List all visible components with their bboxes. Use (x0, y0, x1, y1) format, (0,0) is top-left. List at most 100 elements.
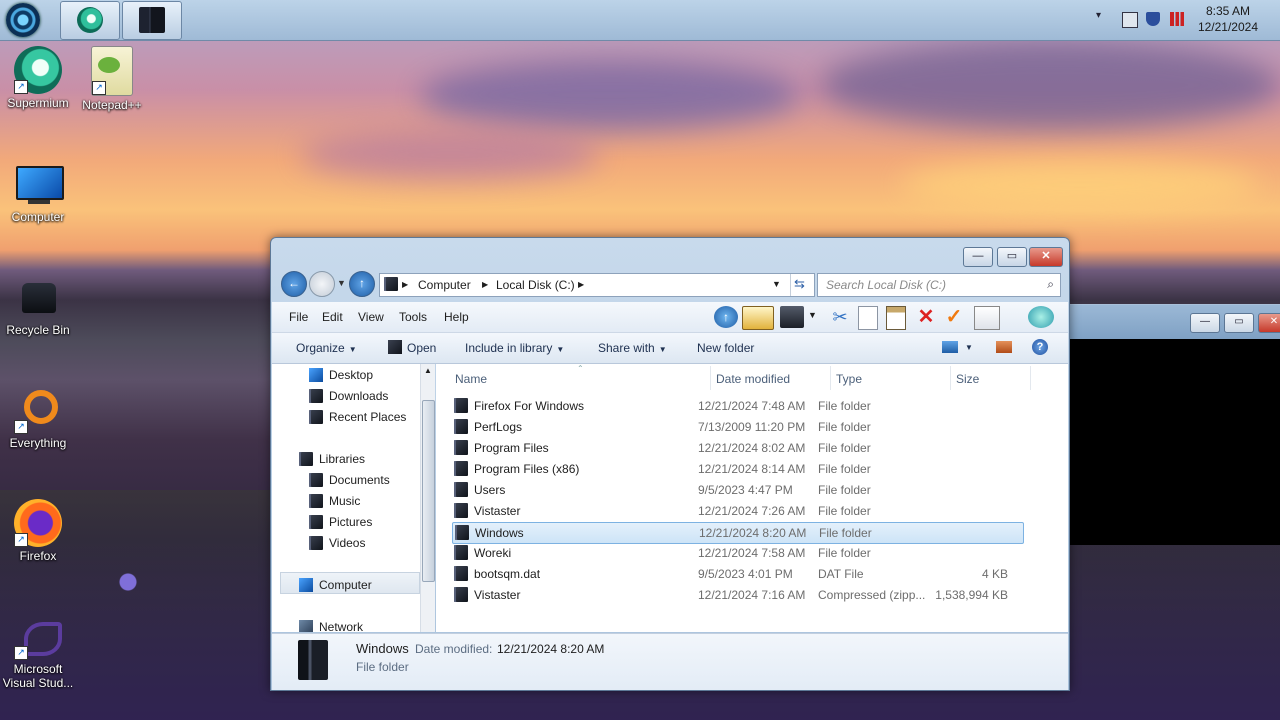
close-button[interactable]: ✕ (1029, 247, 1063, 267)
system-tray: ▾ 8:35 AM 12/21/2024 (1090, 0, 1280, 40)
address-bar[interactable]: ▶ Computer ▶ Local Disk (C:) ▶ ▼ ⇆ (379, 273, 815, 297)
properties-icon[interactable] (974, 306, 1000, 330)
file-row[interactable]: Program Files 12/21/2024 8:02 AM File fold… (452, 438, 1024, 458)
clock[interactable]: 8:35 AM 12/21/2024 (1198, 3, 1258, 35)
include-in-library-button[interactable]: Include in library ▼ (465, 341, 564, 355)
file-name: PerfLogs (474, 420, 523, 434)
navigation-scrollbar[interactable]: ▲ (420, 364, 435, 632)
file-list-pane: ⌃ Name Date modified Type Size Firefox F… (436, 364, 1068, 632)
background-window[interactable]: — ▭ ✕ (1060, 304, 1280, 545)
file-row[interactable]: Vistaster 12/21/2024 7:16 AM Compressed (z… (452, 585, 1024, 605)
forward-button[interactable] (309, 271, 335, 297)
column-header-date-modified[interactable]: Date modified (716, 372, 790, 386)
nav-item-desktop[interactable]: Desktop (309, 368, 373, 382)
menu-tools[interactable]: Tools (399, 310, 427, 324)
scrollbar-thumb[interactable] (422, 400, 435, 582)
column-header-name[interactable]: Name (455, 372, 487, 386)
nav-item-downloads[interactable]: Downloads (309, 389, 388, 403)
file-row[interactable]: Vistaster 12/21/2024 7:26 AM File folder (452, 501, 1024, 521)
file-row[interactable]: PerfLogs 7/13/2009 11:20 PM File folder (452, 417, 1024, 437)
search-box[interactable]: Search Local Disk (C:) ⌕ (817, 273, 1061, 297)
maximize-button[interactable]: ▭ (1224, 313, 1254, 333)
desktop-icon-recycle-bin[interactable]: Recycle Bin (0, 273, 76, 337)
start-button[interactable] (6, 3, 40, 37)
desktop-icon-label: Everything (9, 436, 67, 450)
up-arrow-icon[interactable]: ↑ (714, 306, 738, 328)
nav-item-libraries[interactable]: Libraries (299, 452, 365, 466)
breadcrumb-separator-icon[interactable]: ▶ (402, 280, 408, 289)
recent-pages-chevron-icon[interactable]: ▼ (337, 278, 346, 288)
explorer-window[interactable]: — ▭ ✕ ← ▼ ↑ ▶ Computer ▶ Local Disk (C:)… (270, 237, 1070, 691)
nav-item-videos[interactable]: Videos (309, 536, 365, 550)
cut-scissors-icon[interactable]: ✂ (828, 306, 852, 328)
nav-item-network[interactable]: Network (299, 620, 363, 632)
desktop-icon-firefox[interactable]: ↗ Firefox (0, 499, 76, 563)
desktop-icon-visual-studio[interactable]: ↗ Microsoft Visual Stud... (0, 612, 76, 690)
globe-icon[interactable] (1028, 306, 1054, 328)
nav-item-documents[interactable]: Documents (309, 473, 390, 487)
view-dropdown-icon[interactable]: ▼ (965, 343, 973, 352)
paste-clipboard-icon[interactable] (886, 306, 906, 330)
preview-pane-icon[interactable] (996, 341, 1012, 353)
refresh-icon[interactable]: ⇆ (794, 276, 805, 292)
folder-icon (309, 515, 323, 529)
desktop-icon-supermium[interactable]: ↗ Supermium (0, 46, 76, 110)
show-hidden-icons-chevron-icon[interactable]: ▾ (1096, 10, 1110, 24)
nav-item-recent-places[interactable]: Recent Places (309, 410, 406, 424)
copy-icon[interactable] (858, 306, 878, 330)
organize-button[interactable]: Organize ▼ (296, 341, 357, 355)
breadcrumb-local-disk[interactable]: Local Disk (C:) (496, 278, 575, 292)
network-icon[interactable] (1122, 12, 1138, 28)
column-header-size[interactable]: Size (956, 372, 979, 386)
desktop-icon-everything[interactable]: ↗ Everything (0, 386, 76, 450)
include-label: Include in library (465, 341, 553, 355)
share-with-button[interactable]: Share with ▼ (598, 341, 667, 355)
file-row[interactable]: bootsqm.dat 9/5/2023 4:01 PM DAT File 4 KB (452, 564, 1024, 584)
menu-edit[interactable]: Edit (322, 310, 343, 324)
breadcrumb-computer[interactable]: Computer (418, 278, 471, 292)
folders-view-icon[interactable] (742, 306, 774, 330)
background-window-titlebar[interactable]: — ▭ ✕ (1060, 305, 1280, 339)
breadcrumb-separator-icon[interactable]: ▶ (578, 280, 584, 289)
everything-search-icon: ↗ (14, 386, 62, 434)
maximize-button[interactable]: ▭ (997, 247, 1027, 267)
security-shield-icon[interactable] (1146, 12, 1160, 26)
desktop-icon-notepad-plus-plus[interactable]: ↗ Notepad++ (74, 46, 150, 112)
new-folder-button[interactable]: New folder (697, 341, 754, 355)
volume-icon[interactable] (1170, 12, 1184, 26)
nav-item-computer[interactable]: Computer (299, 578, 372, 592)
file-row[interactable]: Firefox For Windows 12/21/2024 7:48 AM Fil… (452, 396, 1024, 416)
breadcrumb-separator-icon[interactable]: ▶ (482, 280, 488, 289)
taskbar-explorer-button[interactable] (122, 1, 182, 40)
address-dropdown-icon[interactable]: ▼ (772, 279, 781, 289)
file-row[interactable]: Program Files (x86) 12/21/2024 8:14 AM Fil… (452, 459, 1024, 479)
checkmark-icon[interactable]: ✓ (942, 306, 966, 328)
file-row[interactable]: Windows 12/21/2024 8:20 AM File folder (452, 522, 1024, 544)
nav-item-pictures[interactable]: Pictures (309, 515, 372, 529)
file-date-modified: 12/21/2024 8:20 AM (699, 526, 807, 540)
close-button[interactable]: ✕ (1258, 313, 1280, 333)
drive-map-icon[interactable] (780, 306, 804, 328)
taskbar-supermium-button[interactable] (60, 1, 120, 40)
open-button[interactable]: Open (407, 341, 436, 355)
open-folder-icon[interactable] (388, 340, 402, 354)
minimize-button[interactable]: — (1190, 313, 1220, 333)
menu-help[interactable]: Help (444, 310, 469, 324)
up-button[interactable]: ↑ (349, 271, 375, 297)
delete-x-icon[interactable]: ✕ (914, 306, 938, 328)
help-icon[interactable]: ? (1032, 339, 1048, 355)
change-view-icon[interactable] (942, 341, 958, 353)
column-header-type[interactable]: Type (836, 372, 862, 386)
chevron-down-icon: ▼ (556, 345, 565, 354)
file-row[interactable]: Users 9/5/2023 4:47 PM File folder (452, 480, 1024, 500)
minimize-button[interactable]: — (963, 247, 993, 267)
file-row[interactable]: Woreki 12/21/2024 7:58 AM File folder (452, 543, 1024, 563)
drive-dropdown-icon[interactable]: ▼ (808, 310, 820, 332)
search-icon[interactable]: ⌕ (1047, 277, 1054, 292)
nav-item-music[interactable]: Music (309, 494, 360, 508)
menu-file[interactable]: File (289, 310, 308, 324)
desktop-icon-computer[interactable]: Computer (0, 160, 76, 224)
scroll-up-icon[interactable]: ▲ (424, 366, 432, 375)
back-button[interactable]: ← (281, 271, 307, 297)
menu-view[interactable]: View (358, 310, 384, 324)
